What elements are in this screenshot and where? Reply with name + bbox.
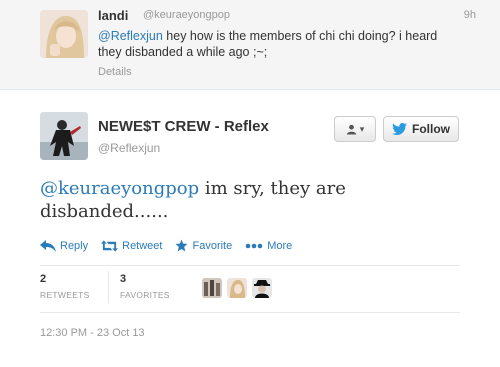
- retweet-icon: [101, 239, 119, 252]
- more-action[interactable]: More: [245, 239, 292, 252]
- retweets-count: 2: [40, 273, 47, 285]
- divider: [40, 265, 460, 266]
- user-actions-button[interactable]: ▾: [334, 116, 376, 142]
- user-icon: [346, 124, 356, 135]
- chevron-down-icon: ▾: [359, 123, 365, 134]
- favorite-action[interactable]: Favorite: [175, 239, 232, 252]
- favorites-label: FAVORITES: [120, 290, 170, 300]
- parent-author-name[interactable]: landi: [98, 8, 128, 23]
- main-tweet-text: @keuraeyongpop im sry, they are disbande…: [40, 177, 440, 223]
- details-link[interactable]: Details: [98, 66, 132, 78]
- tweet-timestamp[interactable]: 12:30 PM - 23 Oct 13: [40, 327, 145, 339]
- main-author-name[interactable]: NEWE$T CREW - Reflex: [98, 118, 269, 135]
- twitter-bird-icon: [392, 123, 407, 135]
- favoriter-avatar[interactable]: [202, 278, 222, 298]
- favoriter-avatar[interactable]: [227, 278, 247, 298]
- star-icon: [176, 239, 188, 252]
- tweet-actions: Reply Retweet Favorite More: [40, 239, 292, 252]
- favoriter-avatar[interactable]: [252, 278, 272, 298]
- more-dots-icon: [245, 243, 263, 248]
- favoriters-list: [202, 278, 272, 298]
- stat-separator: [108, 271, 109, 303]
- retweet-action[interactable]: Retweet: [101, 239, 162, 252]
- retweet-label: Retweet: [122, 239, 163, 252]
- retweets-label: RETWEETS: [40, 290, 90, 300]
- main-mention-link[interactable]: @keuraeyongpop: [40, 178, 199, 199]
- parent-tweet[interactable]: landi @keuraeyongpop 9h @Reflexjun hey h…: [0, 0, 500, 90]
- more-label: More: [267, 239, 293, 252]
- favorite-label: Favorite: [192, 239, 233, 252]
- reply-action[interactable]: Reply: [40, 239, 88, 252]
- parent-timestamp[interactable]: 9h: [464, 9, 476, 21]
- parent-tweet-text: @Reflexjun hey how is the members of chi…: [98, 28, 438, 60]
- reply-label: Reply: [60, 239, 89, 252]
- parent-mention-link[interactable]: @Reflexjun: [98, 29, 163, 43]
- main-avatar[interactable]: [40, 112, 88, 160]
- divider: [40, 312, 460, 313]
- parent-avatar[interactable]: [40, 10, 88, 58]
- favorites-stat[interactable]: 3 FAVORITES: [120, 273, 170, 300]
- follow-label: Follow: [412, 122, 450, 136]
- favorites-count: 3: [120, 273, 127, 285]
- retweets-stat[interactable]: 2 RETWEETS: [40, 273, 90, 300]
- main-author-handle[interactable]: @Reflexjun: [98, 141, 160, 155]
- follow-button[interactable]: Follow: [383, 116, 459, 142]
- parent-author-handle[interactable]: @keuraeyongpop: [143, 9, 230, 21]
- reply-icon: [40, 239, 56, 252]
